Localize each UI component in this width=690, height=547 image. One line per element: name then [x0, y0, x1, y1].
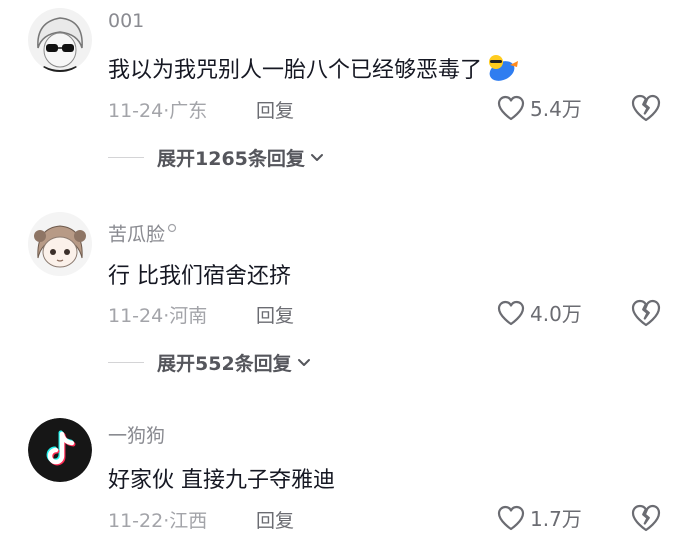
chevron-down-icon: [297, 358, 310, 366]
comment-meta: 11-24·广东: [108, 96, 207, 123]
reply-button[interactable]: 回复: [256, 301, 294, 328]
small-badge-icon: [167, 216, 177, 238]
expand-replies-button[interactable]: 展开552条回复: [108, 349, 311, 376]
like-button[interactable]: 4.0万: [496, 298, 582, 327]
divider-line: [108, 362, 144, 363]
avatar[interactable]: [28, 8, 92, 72]
tiktok-logo-icon: [28, 418, 92, 482]
reply-button[interactable]: 回复: [256, 506, 294, 533]
username[interactable]: 苦瓜脸: [108, 216, 177, 246]
expand-replies-button[interactable]: 展开1265条回复: [108, 144, 324, 171]
comment-text: 行 比我们宿舍还挤: [108, 264, 291, 289]
avatar-cartoon-girl-icon: [28, 212, 92, 276]
dislike-button[interactable]: [630, 503, 662, 533]
broken-heart-icon: [631, 299, 661, 327]
expand-replies-label: 展开1265条回复: [157, 148, 305, 170]
comment-location: 江西: [169, 510, 208, 532]
username[interactable]: 001: [108, 10, 144, 32]
broken-heart-icon: [631, 504, 661, 532]
reply-button[interactable]: 回复: [256, 96, 294, 123]
heart-outline-icon: [497, 95, 525, 120]
avatar-anime-boy-icon: [28, 8, 92, 72]
dislike-button[interactable]: [630, 298, 662, 328]
comment-date: 11-24: [108, 100, 164, 122]
username-text: 苦瓜脸: [108, 223, 166, 246]
chevron-down-icon: [310, 153, 323, 161]
dislike-button[interactable]: [630, 93, 662, 123]
like-count: 4.0万: [530, 302, 582, 326]
avatar[interactable]: [28, 212, 92, 276]
comment-text-content: 我以为我咒别人一胎八个已经够恶毒了: [108, 58, 483, 83]
username[interactable]: 一狗狗: [108, 421, 165, 448]
comment-text: 我以为我咒别人一胎八个已经够恶毒了: [108, 52, 520, 89]
comment-meta: 11-22·江西: [108, 506, 207, 533]
heart-outline-icon: [497, 505, 525, 530]
comment-date: 11-24: [108, 305, 164, 327]
like-count: 5.4万: [530, 97, 582, 121]
like-count: 1.7万: [530, 507, 582, 531]
sunglasses-emoji-icon: [484, 53, 520, 89]
comment-date: 11-22: [108, 510, 164, 532]
like-button[interactable]: 1.7万: [496, 503, 582, 532]
avatar[interactable]: [28, 418, 92, 482]
like-button[interactable]: 5.4万: [496, 93, 582, 122]
expand-replies-label: 展开552条回复: [157, 353, 292, 375]
comment-location: 广东: [169, 100, 208, 122]
broken-heart-icon: [631, 94, 661, 122]
divider-line: [108, 157, 144, 158]
comment-location: 河南: [169, 305, 208, 327]
comment-text: 好家伙 直接九子夺雅迪: [108, 468, 335, 493]
comment-meta: 11-24·河南: [108, 301, 207, 328]
heart-outline-icon: [497, 300, 525, 325]
